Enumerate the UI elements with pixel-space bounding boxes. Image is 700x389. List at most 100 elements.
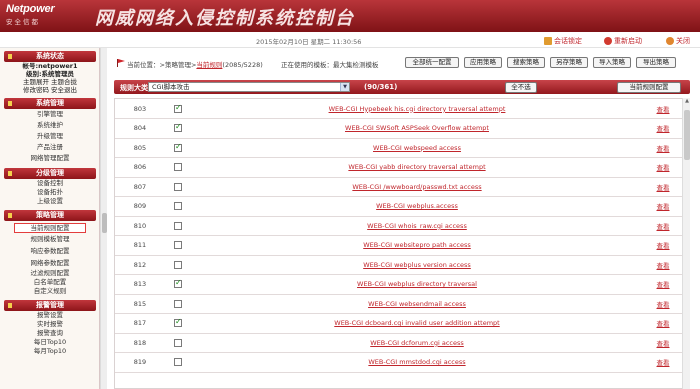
table-row: 813 WEB-CGI webplus directory traversal 查看: [115, 274, 683, 295]
rule-view-cell: 查看: [643, 196, 683, 217]
view-link[interactable]: 查看: [657, 301, 670, 309]
rule-name-link[interactable]: WEB-CGI SWSoft ASPSeek Overflow attempt: [345, 124, 489, 132]
theme-toggle-links[interactable]: 主题展开 主题合拢: [4, 78, 96, 86]
rule-name-link[interactable]: WEB-CGI webplus version access: [363, 261, 471, 269]
section-head-alerts[interactable]: 报警管理: [4, 300, 96, 311]
close-label: 关闭: [676, 37, 690, 45]
sidebar-item-alert-settings[interactable]: 报警设置: [4, 311, 96, 320]
section-title: 系统状态: [36, 52, 64, 60]
rule-count: (90/361): [364, 83, 398, 91]
rule-checkbox-cell: [165, 138, 191, 158]
rule-table: 803 WEB-CGI Hypebeek his.cgi directory tr…: [114, 98, 690, 389]
view-link[interactable]: 查看: [657, 203, 670, 211]
rule-id: 810: [115, 216, 165, 236]
password-logout-links[interactable]: 修改密码 安全退出: [4, 86, 96, 94]
rule-name-link[interactable]: WEB-CGI yabb directory traversal attempt: [348, 163, 485, 171]
rule-checkbox[interactable]: [174, 122, 182, 133]
sidebar-item-alert-query[interactable]: 报警查询: [4, 329, 96, 338]
close-link[interactable]: 关闭: [666, 36, 690, 46]
unify-config-button[interactable]: 全部统一配置: [405, 57, 459, 68]
sidebar-item-registration[interactable]: 产品注册: [4, 142, 96, 153]
view-link[interactable]: 查看: [657, 106, 670, 114]
search-policy-button[interactable]: 搜索策略: [507, 57, 545, 68]
section-head-system-status[interactable]: 系统状态: [4, 51, 96, 62]
rule-checkbox[interactable]: [174, 182, 182, 191]
deselect-all-button[interactable]: 全不选: [505, 81, 537, 93]
rule-checkbox[interactable]: [174, 358, 182, 367]
rule-name-link[interactable]: WEB-CGI webplus.access: [376, 202, 458, 210]
sidebar-item-rule-templates[interactable]: 规则模板管理: [4, 233, 96, 245]
sidebar-item-engine[interactable]: 引擎管理: [4, 109, 96, 120]
view-link[interactable]: 查看: [657, 359, 670, 367]
restart-link[interactable]: 重新启动: [604, 36, 642, 46]
view-link[interactable]: 查看: [657, 320, 670, 328]
sidebar-policy-management: 策略管理 当前规则配置 规则模板管理 响应参数配置 网络参数配置 过滤规则配置 …: [4, 210, 96, 296]
lock-session-link[interactable]: 会话锁定: [544, 36, 582, 46]
view-link[interactable]: 查看: [657, 164, 670, 172]
sidebar-item-response-params[interactable]: 响应参数配置: [4, 245, 96, 257]
sidebar-item-custom-rules[interactable]: 自定义规则: [4, 287, 96, 296]
sidebar-item-maintenance[interactable]: 系统维护: [4, 120, 96, 131]
breadcrumb-current-link[interactable]: 当前规则: [196, 61, 222, 69]
view-link[interactable]: 查看: [657, 340, 670, 348]
sidebar-item-current-rules[interactable]: 当前规则配置: [14, 223, 86, 233]
apply-policy-button[interactable]: 应用策略: [464, 57, 502, 68]
rule-name-cell: WEB-CGI webspeed access: [191, 138, 643, 158]
section-head-system-management[interactable]: 系统管理: [4, 98, 96, 109]
rule-name-link[interactable]: WEB-CGI webplus directory traversal: [357, 280, 477, 288]
view-link[interactable]: 查看: [657, 223, 670, 231]
sidebar-item-device-topology[interactable]: 设备拓扑: [4, 188, 96, 197]
rule-checkbox[interactable]: [174, 202, 182, 211]
breadcrumb: 当前位置：>策略管理>当前规则(2085/5228) 正在使用的模板：最大集检测…: [107, 57, 700, 71]
section-head-policy[interactable]: 策略管理: [4, 210, 96, 221]
current-rule-config-button[interactable]: 当前规则配置: [617, 81, 681, 93]
sidebar-item-upstream-settings[interactable]: 上级设置: [4, 197, 96, 206]
rule-name-link[interactable]: WEB-CGI webspeed access: [373, 144, 461, 152]
view-link[interactable]: 查看: [657, 125, 670, 133]
rule-name-link[interactable]: WEB-CGI websendmail access: [368, 300, 466, 308]
rule-checkbox[interactable]: [174, 241, 182, 250]
rule-checkbox[interactable]: [174, 317, 182, 328]
rule-name-link[interactable]: WEB-CGI Hypebeek his.cgi directory trave…: [329, 105, 506, 113]
sidebar-item-network-params[interactable]: 网络参数配置: [4, 257, 96, 269]
save-as-policy-button[interactable]: 另存策略: [550, 57, 588, 68]
rule-checkbox[interactable]: [174, 278, 182, 289]
sidebar: 系统状态 帐号:netpower1 级别:系统管理员 主题展开 主题合拢 修改密…: [0, 48, 100, 389]
scroll-thumb[interactable]: [684, 110, 690, 160]
rule-checkbox[interactable]: [174, 221, 182, 230]
sidebar-splitter[interactable]: [100, 48, 107, 389]
export-policy-button[interactable]: 导出策略: [636, 57, 676, 68]
view-link[interactable]: 查看: [657, 281, 670, 289]
rule-checkbox[interactable]: [174, 103, 182, 113]
rule-checkbox-cell: [165, 274, 191, 295]
sidebar-item-device-control[interactable]: 设备控制: [4, 179, 96, 188]
sidebar-item-monthly-top10[interactable]: 每月Top10: [4, 347, 96, 356]
sidebar-item-daily-top10[interactable]: 每日Top10: [4, 338, 96, 347]
rule-checkbox[interactable]: [174, 299, 182, 308]
view-link[interactable]: 查看: [657, 242, 670, 250]
view-link[interactable]: 查看: [657, 184, 670, 192]
rule-checkbox[interactable]: [174, 163, 182, 172]
view-link[interactable]: 查看: [657, 262, 670, 270]
sidebar-item-realtime-alerts[interactable]: 实时报警: [4, 320, 96, 329]
rule-name-link[interactable]: WEB-CGI websitepro path access: [363, 241, 471, 249]
rule-name-link[interactable]: WEB-CGI dcforum.cgi access: [370, 339, 464, 347]
sidebar-item-filter-rules[interactable]: 过滤规则配置: [4, 269, 96, 278]
scroll-up-icon[interactable]: ▲: [683, 98, 691, 106]
table-scrollbar[interactable]: ▲: [682, 98, 690, 389]
rule-category-select[interactable]: CGI脚本攻击 ▼: [148, 82, 350, 92]
rule-name-link[interactable]: WEB-CGI whois_raw.cgi access: [367, 222, 467, 230]
chevron-down-icon[interactable]: ▼: [340, 83, 349, 91]
sidebar-item-whitelist[interactable]: 白名单配置: [4, 278, 96, 287]
import-policy-button[interactable]: 导入策略: [593, 57, 631, 68]
rule-checkbox[interactable]: [174, 338, 182, 347]
rule-name-link[interactable]: WEB-CGI /wwwboard/passwd.txt access: [352, 183, 481, 191]
sidebar-item-upgrade[interactable]: 升级管理: [4, 131, 96, 142]
rule-name-link[interactable]: WEB-CGI dcboard.cgi invalid user additio…: [334, 319, 499, 327]
rule-checkbox[interactable]: [174, 260, 182, 269]
sidebar-item-network-config[interactable]: 网络管理配置: [4, 153, 96, 164]
view-link[interactable]: 查看: [657, 145, 670, 153]
rule-checkbox[interactable]: [174, 142, 182, 152]
section-head-hierarchy[interactable]: 分级管理: [4, 168, 96, 179]
rule-name-link[interactable]: WEB-CGI mmstdod.cgi access: [368, 358, 465, 366]
